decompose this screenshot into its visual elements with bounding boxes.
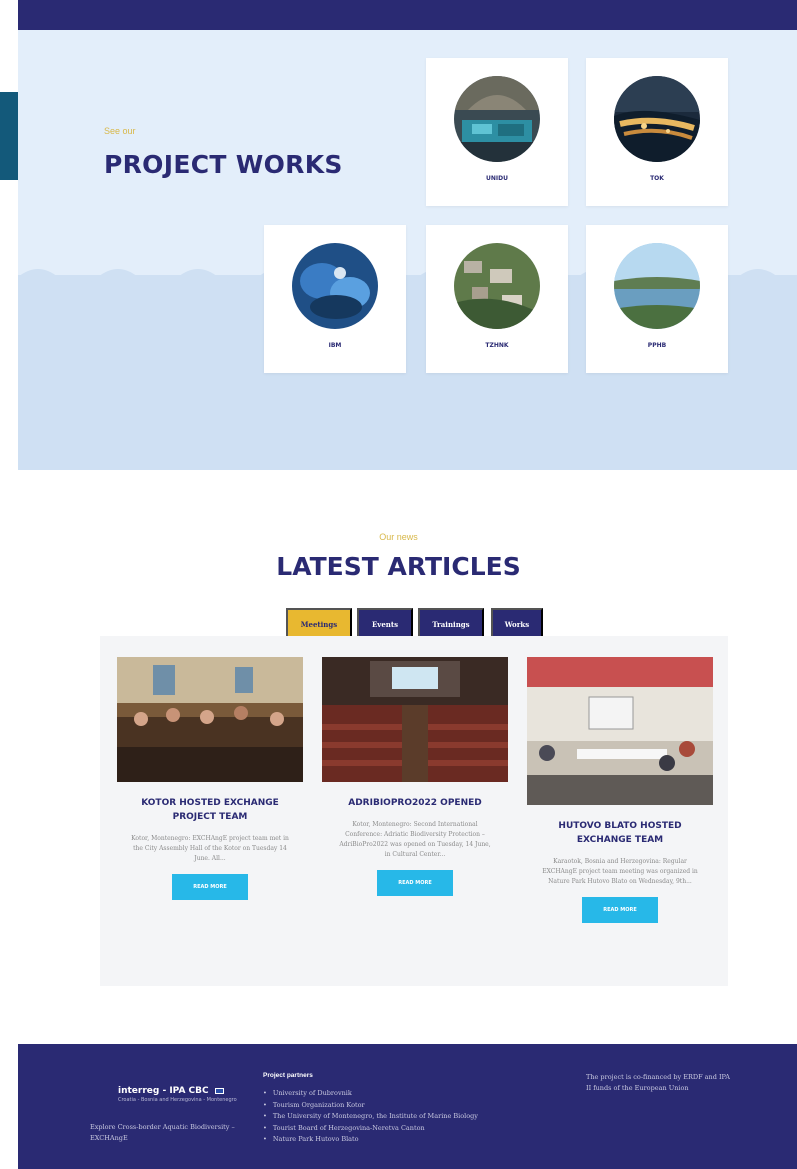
footer-tagline: Explore Cross-border Aquatic Biodiversit… bbox=[90, 1123, 235, 1142]
partner-item: Tourist Board of Herzegovina-Neretva Can… bbox=[263, 1123, 478, 1135]
ibm-image bbox=[292, 243, 378, 329]
interreg-logo[interactable]: interreg - IPA CBC Croatia - Bosnia and … bbox=[118, 1086, 237, 1103]
work-card-unidu[interactable]: UNIDU bbox=[426, 58, 568, 206]
work-card-label: PPHB bbox=[647, 342, 667, 349]
partner-item: The University of Montenegro, the Instit… bbox=[263, 1111, 478, 1123]
top-navigation-bar bbox=[18, 0, 797, 30]
article-image bbox=[117, 657, 303, 782]
project-works-section: See our PROJECT WORKS UNIDU TOK IBM TZHN… bbox=[18, 30, 797, 470]
news-eyebrow: Our news bbox=[379, 532, 418, 542]
partner-item: Nature Park Hutovo Blato bbox=[263, 1134, 478, 1146]
article-title[interactable]: HUTOVO BLATO HOSTED EXCHANGE TEAM bbox=[527, 819, 713, 847]
news-title: LATEST ARTICLES bbox=[276, 552, 521, 581]
article-excerpt: Karaotok, Bosnia and Herzegovina: Regula… bbox=[542, 858, 698, 885]
site-footer: interreg - IPA CBC Croatia - Bosnia and … bbox=[18, 1044, 797, 1169]
article-excerpt: Kotor, Montenegro: Second International … bbox=[339, 821, 491, 858]
work-card-tok[interactable]: TOK bbox=[586, 58, 728, 206]
article-card[interactable]: ADRIBIOPRO2022 OPENED Kotor, Montenegro:… bbox=[322, 657, 508, 896]
partners-heading: Project partners bbox=[263, 1072, 313, 1079]
article-card[interactable]: HUTOVO BLATO HOSTED EXCHANGE TEAM Karaot… bbox=[527, 657, 713, 923]
work-card-label: IBM bbox=[328, 342, 342, 349]
works-eyebrow: See our bbox=[104, 126, 136, 136]
work-card-pphb[interactable]: PPHB bbox=[586, 225, 728, 373]
pphb-image bbox=[614, 243, 700, 329]
article-image bbox=[322, 657, 508, 782]
funding-note: The project is co-financed by ERDF and I… bbox=[586, 1073, 730, 1092]
work-card-label: TZHNK bbox=[485, 342, 509, 349]
partner-item: Tourism Organization Kotor bbox=[263, 1100, 478, 1112]
partners-list: University of Dubrovnik Tourism Organiza… bbox=[263, 1088, 478, 1146]
work-card-label: TOK bbox=[650, 175, 664, 182]
work-card-label: UNIDU bbox=[486, 175, 508, 182]
read-more-button[interactable]: READ MORE bbox=[172, 874, 248, 900]
unidu-image bbox=[454, 76, 540, 162]
article-card[interactable]: KOTOR HOSTED EXCHANGE PROJECT TEAM Kotor… bbox=[117, 657, 303, 900]
read-more-button[interactable]: READ MORE bbox=[377, 870, 453, 896]
side-accent-tab[interactable] bbox=[0, 92, 18, 180]
logo-subtext: Croatia - Bosnia and Herzegovina - Monte… bbox=[118, 1097, 237, 1103]
works-title: PROJECT WORKS bbox=[104, 150, 343, 179]
work-card-tzhnk[interactable]: TZHNK bbox=[426, 225, 568, 373]
eu-flag-icon bbox=[214, 1087, 224, 1094]
tok-image bbox=[614, 76, 700, 162]
read-more-button[interactable]: READ MORE bbox=[582, 897, 658, 923]
article-image bbox=[527, 657, 713, 805]
partner-item: University of Dubrovnik bbox=[263, 1088, 478, 1100]
work-card-ibm[interactable]: IBM bbox=[264, 225, 406, 373]
logo-text: interreg - IPA CBC bbox=[118, 1086, 209, 1096]
tzhnk-image bbox=[454, 243, 540, 329]
article-title[interactable]: KOTOR HOSTED EXCHANGE PROJECT TEAM bbox=[117, 796, 303, 824]
article-excerpt: Kotor, Montenegro: EXCHAngE project team… bbox=[131, 835, 289, 862]
article-title[interactable]: ADRIBIOPRO2022 OPENED bbox=[322, 796, 508, 810]
